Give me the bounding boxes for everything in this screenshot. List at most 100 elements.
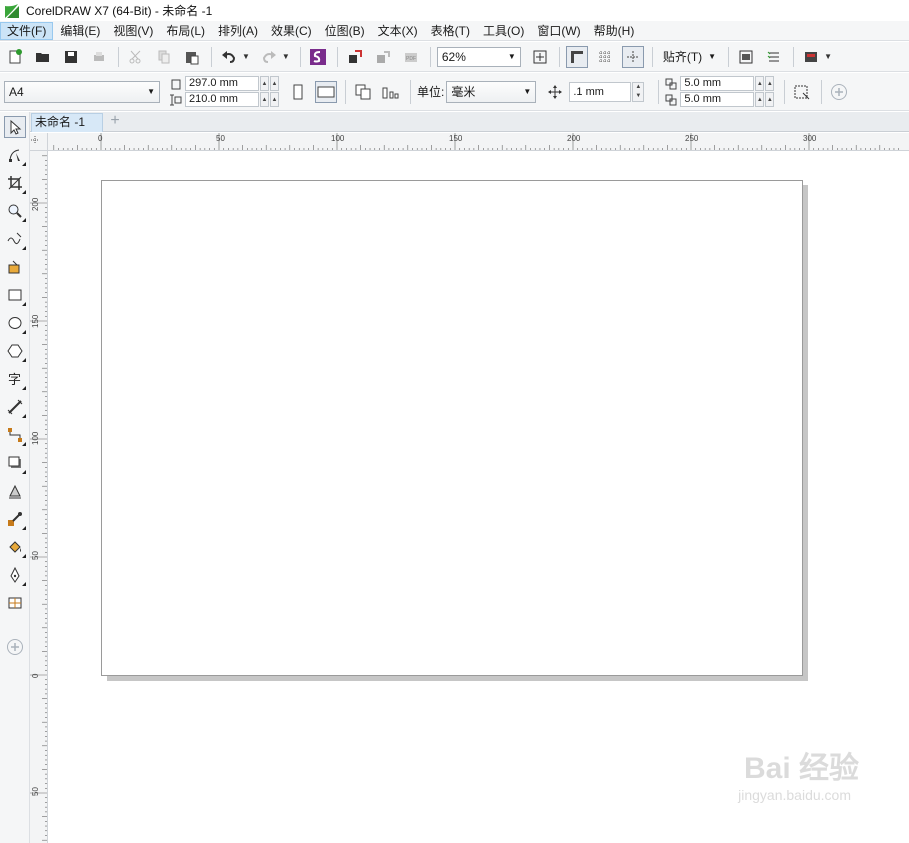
open-button[interactable]: [32, 46, 54, 68]
search-content-button[interactable]: [307, 46, 329, 68]
interactive-fill-tool[interactable]: [4, 536, 26, 558]
zoom-level-combo[interactable]: 62% ▼: [436, 46, 521, 67]
menu-file[interactable]: 文件(F): [0, 21, 54, 40]
coreldraw-logo-icon: [4, 2, 20, 19]
menu-edit[interactable]: 编辑(E): [54, 22, 106, 40]
cut-button[interactable]: [125, 46, 147, 68]
height-spinner-icon[interactable]: ▲: [270, 92, 279, 107]
menu-bitmaps[interactable]: 位图(B): [319, 22, 371, 40]
full-screen-preview-button[interactable]: [529, 46, 551, 68]
redo-button[interactable]: [258, 46, 280, 68]
menu-bar: 文件(F) 编辑(E) 视图(V) 布局(L) 排列(A) 效果(C) 位图(B…: [0, 21, 909, 41]
nudge-spinner-icon[interactable]: ▲ ▼: [632, 81, 645, 102]
interactive-mesh-tool[interactable]: [4, 592, 26, 614]
show-grid-button[interactable]: [594, 46, 616, 68]
application-launcher-button[interactable]: [735, 46, 757, 68]
options-icon: [767, 51, 780, 61]
menu-text[interactable]: 文本(X): [372, 22, 424, 40]
paper-size-combo[interactable]: A4 ▼: [4, 80, 160, 103]
shape-tool[interactable]: [4, 144, 26, 166]
publish-pdf-button[interactable]: PDF: [400, 46, 422, 68]
freehand-tool[interactable]: [4, 228, 26, 250]
connector-tool[interactable]: [4, 424, 26, 446]
welcome-screen-button[interactable]: [800, 46, 822, 68]
dimension-tool[interactable]: [4, 396, 26, 418]
ellipse-tool[interactable]: [4, 312, 26, 334]
dup-x-spinner-icon[interactable]: ▲: [765, 76, 775, 91]
menu-help[interactable]: 帮助(H): [588, 22, 641, 40]
guidelines-icon: [626, 50, 639, 63]
menu-arrange[interactable]: 排列(A): [212, 22, 264, 40]
dup-x-spinner-icon[interactable]: ▲: [755, 76, 765, 91]
rectangle-tool[interactable]: [4, 284, 26, 306]
horizontal-ruler[interactable]: 0 50 100 150 200 250 300: [48, 133, 909, 151]
page-width-field[interactable]: 297.0 mm: [185, 76, 259, 91]
menu-view[interactable]: 视图(V): [107, 22, 159, 40]
transparency-tool[interactable]: [4, 480, 26, 502]
units-combo[interactable]: 毫米 ▼: [446, 80, 537, 103]
document-tab[interactable]: 未命名 -1: [31, 113, 103, 132]
vertical-ruler[interactable]: 200 150 100 50 0 50: [30, 151, 48, 843]
portrait-button[interactable]: [287, 81, 309, 103]
toolbar-separator: [118, 46, 119, 67]
new-document-button[interactable]: [4, 46, 26, 68]
smart-fill-icon: [8, 260, 20, 274]
quick-customize-tool[interactable]: [4, 636, 26, 658]
undo-button[interactable]: [218, 46, 240, 68]
toolbar-separator: [336, 46, 338, 67]
undo-dropdown-icon[interactable]: ▼: [242, 52, 250, 61]
smart-fill-tool[interactable]: [4, 256, 26, 278]
import-button[interactable]: [344, 46, 366, 68]
all-pages-icon: [355, 84, 371, 99]
connector-icon: [8, 428, 22, 442]
propbar-separator: [345, 79, 346, 104]
drop-shadow-tool[interactable]: [4, 452, 26, 474]
width-spinner-icon[interactable]: ▲: [270, 76, 279, 91]
new-tab-plus-icon[interactable]: +: [107, 113, 123, 130]
treat-as-filled-button[interactable]: [791, 81, 813, 103]
duplicate-x-field[interactable]: 5.0 mm: [680, 76, 755, 91]
smart-drawing-tool[interactable]: [4, 564, 26, 586]
height-spinner-icon[interactable]: ▲: [260, 92, 269, 107]
duplicate-y-field[interactable]: 5.0 mm: [680, 92, 755, 107]
export-icon: [376, 50, 390, 63]
menu-window[interactable]: 窗口(W): [531, 22, 586, 40]
pick-tool[interactable]: [4, 116, 26, 138]
nudge-distance-field[interactable]: .1 mm: [569, 81, 632, 102]
menu-tools[interactable]: 工具(O): [477, 22, 530, 40]
width-spinner-icon[interactable]: ▲: [260, 76, 269, 91]
landscape-button[interactable]: [315, 80, 337, 103]
snap-to-button[interactable]: 贴齐(T) ▼: [659, 46, 720, 68]
page-height-field[interactable]: 210.0 mm: [185, 92, 259, 107]
quick-customize-button[interactable]: [828, 81, 850, 103]
hruler-label: 250: [685, 134, 699, 143]
dup-y-spinner-icon[interactable]: ▲: [755, 92, 765, 107]
all-pages-button[interactable]: [352, 81, 374, 103]
pen-nib-icon: [10, 567, 20, 583]
show-guidelines-button[interactable]: [621, 45, 644, 68]
options-button[interactable]: [763, 46, 785, 68]
color-eyedropper-tool[interactable]: [4, 508, 26, 530]
crop-tool[interactable]: [4, 172, 26, 194]
ruler-origin-icon: [31, 136, 39, 144]
print-button[interactable]: [88, 46, 110, 68]
dup-y-spinner-icon[interactable]: ▲: [765, 92, 775, 107]
save-button[interactable]: [60, 46, 82, 68]
ruler-origin-corner[interactable]: [30, 133, 48, 151]
drawing-page[interactable]: [101, 180, 803, 676]
welcome-dropdown-icon[interactable]: ▼: [824, 52, 832, 61]
copy-icon: [158, 50, 170, 63]
menu-layout[interactable]: 布局(L): [160, 22, 211, 40]
menu-effects[interactable]: 效果(C): [265, 22, 318, 40]
current-page-button[interactable]: [380, 81, 402, 103]
pointer-arrow-icon: [10, 119, 22, 135]
zoom-tool[interactable]: [4, 200, 26, 222]
redo-dropdown-icon[interactable]: ▼: [282, 52, 290, 61]
menu-table[interactable]: 表格(T): [425, 22, 476, 40]
polygon-tool[interactable]: [4, 340, 26, 362]
text-tool[interactable]: 字: [4, 368, 26, 390]
show-rulers-button[interactable]: [565, 45, 588, 68]
copy-button[interactable]: [153, 46, 175, 68]
paste-button[interactable]: [181, 46, 203, 68]
export-button[interactable]: [372, 46, 394, 68]
